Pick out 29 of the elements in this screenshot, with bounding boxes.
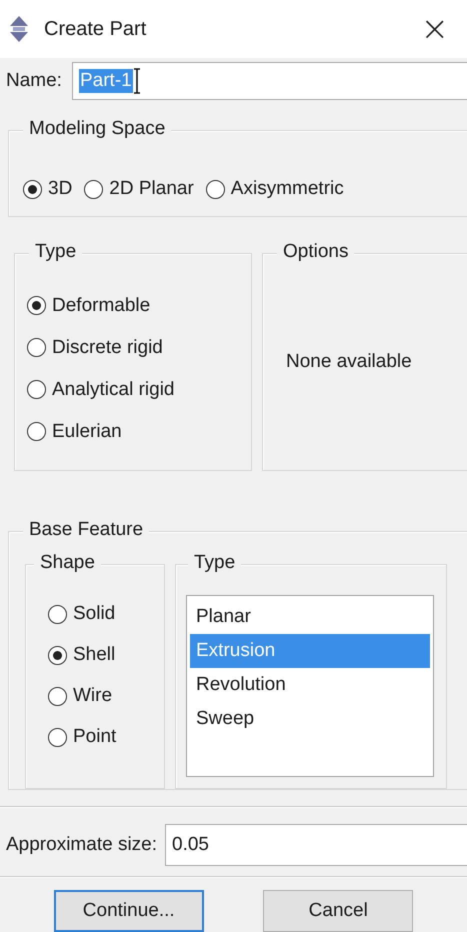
- list-item[interactable]: Revolution: [190, 668, 430, 702]
- group-title: Shape: [34, 552, 101, 574]
- radio-option[interactable]: Discrete rigid: [27, 336, 251, 359]
- radio-option[interactable]: Wire: [48, 685, 164, 707]
- radio-option[interactable]: Deformable: [27, 294, 251, 317]
- name-label: Name:: [6, 70, 62, 92]
- radio-option[interactable]: 2D Planar: [84, 178, 194, 200]
- group-title: Type: [29, 240, 82, 263]
- radio-option[interactable]: Eulerian: [27, 420, 251, 443]
- approximate-size-field[interactable]: 0.05: [165, 824, 467, 866]
- part-icon: [8, 15, 30, 43]
- list-item[interactable]: Sweep: [190, 702, 430, 736]
- text-cursor-icon: [132, 68, 141, 94]
- radio-option[interactable]: Solid: [48, 603, 164, 625]
- options-message: None available: [286, 350, 412, 373]
- group-title: Modeling Space: [23, 118, 172, 140]
- list-item[interactable]: Planar: [190, 600, 430, 634]
- close-button[interactable]: ×: [412, 12, 457, 46]
- radio-option[interactable]: Analytical rigid: [27, 378, 251, 401]
- cancel-button[interactable]: Cancel: [263, 890, 414, 932]
- radio-option[interactable]: Axisymmetric: [206, 178, 344, 200]
- group-title: Type: [188, 552, 242, 574]
- approximate-size-label: Approximate size:: [6, 834, 158, 856]
- continue-button[interactable]: Continue...: [54, 890, 204, 932]
- window-title: Create Part: [44, 18, 148, 40]
- group-title: Options: [277, 240, 354, 263]
- radio-option[interactable]: Point: [48, 726, 164, 748]
- radio-option[interactable]: 3D: [23, 178, 72, 200]
- radio-option[interactable]: Shell: [48, 644, 164, 666]
